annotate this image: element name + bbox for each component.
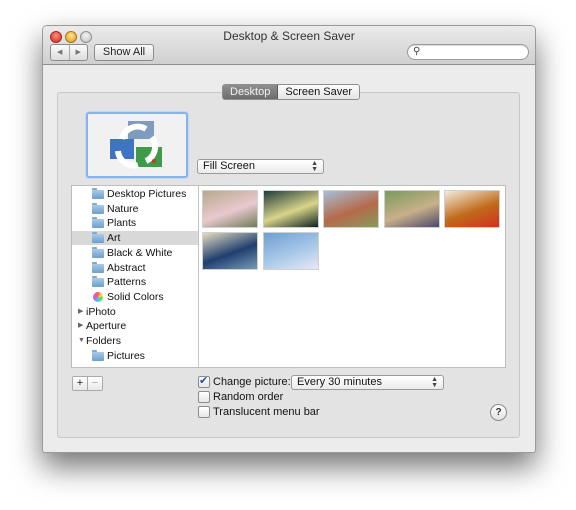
translucent-menu-bar-label: Translucent menu bar xyxy=(213,406,320,418)
folder-icon xyxy=(92,202,104,214)
rotating-pictures-icon xyxy=(110,121,162,169)
sidebar-item-label: Patterns xyxy=(107,276,147,289)
sidebar-item-label: Nature xyxy=(107,202,139,215)
checkbox-unchecked-icon xyxy=(198,391,210,403)
magnifier-icon: ⚲ xyxy=(413,46,421,57)
folder-icon xyxy=(92,188,104,199)
folder-icon xyxy=(92,246,104,258)
sidebar-item-label: iPhoto xyxy=(86,305,116,318)
sidebar-item[interactable]: Solid Colors xyxy=(72,290,198,304)
translucent-menu-bar-checkbox[interactable]: Translucent menu bar xyxy=(198,406,320,418)
help-button[interactable]: ? xyxy=(490,404,507,421)
search-input[interactable] xyxy=(424,45,522,59)
sidebar-item-label: Folders xyxy=(86,335,122,347)
sidebar-item-label: Abstract xyxy=(107,261,146,274)
random-order-label: Random order xyxy=(213,391,284,403)
disclosure-collapsed-icon[interactable]: ▶ xyxy=(78,319,83,333)
random-order-checkbox[interactable]: Random order xyxy=(198,391,283,403)
disclosure-expanded-icon[interactable]: ▼ xyxy=(78,334,85,348)
sidebar-item[interactable]: Art xyxy=(72,231,198,246)
up-down-arrows-icon: ▲ ▼ xyxy=(311,160,318,173)
wallpaper-thumbnail-seurat-grande-jatte[interactable] xyxy=(383,190,440,228)
preferences-window: Desktop & Screen Saver ◀ ▶ Show All ⚲ De… xyxy=(42,25,536,453)
wallpaper-thumbnail-hopper-nighthawks[interactable] xyxy=(262,190,319,228)
show-all-button[interactable]: Show All xyxy=(94,44,154,61)
tab-screen-saver[interactable]: Screen Saver xyxy=(278,85,360,99)
checkbox-unchecked-icon xyxy=(198,406,210,418)
sidebar-item[interactable]: ▶ Aperture xyxy=(72,319,198,333)
interval-popup[interactable]: Every 30 minutes ▲ ▼ xyxy=(291,375,444,390)
sidebar-item[interactable]: Abstract xyxy=(72,261,198,275)
back-arrow-icon[interactable]: ◀ xyxy=(51,45,70,60)
wallpaper-thumbnail-degas-dancer[interactable] xyxy=(202,190,258,228)
wallpaper-thumbnail-hokusai-great-wave[interactable] xyxy=(202,232,258,270)
sidebar-item-label: Pictures xyxy=(107,349,145,362)
sidebar-item[interactable]: Patterns xyxy=(72,275,198,289)
sidebar-item[interactable]: Pictures xyxy=(72,349,198,363)
forward-arrow-icon[interactable]: ▶ xyxy=(70,45,88,60)
add-remove-control: + − xyxy=(72,376,103,391)
folder-icon xyxy=(92,276,104,288)
change-picture-checkbox[interactable]: Change picture: xyxy=(198,374,291,388)
add-folder-button[interactable]: + xyxy=(73,377,88,390)
sidebar-item-label: Art xyxy=(107,232,121,245)
disclosure-collapsed-icon[interactable]: ▶ xyxy=(78,305,83,319)
sidebar-item[interactable]: ▶ iPhoto xyxy=(72,305,198,319)
sidebar-item-label: Aperture xyxy=(86,320,127,333)
color-wheel-icon xyxy=(93,291,103,302)
interval-value: Every 30 minutes xyxy=(297,376,382,388)
folder-icon xyxy=(92,261,104,273)
sidebar-item[interactable]: Plants xyxy=(72,216,198,230)
change-picture-label: Change picture: xyxy=(213,376,291,388)
sidebar-item[interactable]: Desktop Pictures xyxy=(72,187,198,201)
source-list[interactable]: Desktop Pictures Nature Plants Art Black & W… xyxy=(72,186,199,367)
folder-icon xyxy=(92,349,104,361)
tab-desktop[interactable]: Desktop xyxy=(223,85,279,99)
folder-icon xyxy=(92,232,104,244)
sidebar-item[interactable]: ▼ Folders xyxy=(72,334,198,348)
search-field[interactable]: ⚲ xyxy=(407,44,529,60)
sidebar-item[interactable]: Black & White xyxy=(72,246,198,260)
sidebar-item-label: Desktop Pictures xyxy=(107,188,187,200)
wallpaper-thumbnail-malevich-suprematism[interactable] xyxy=(444,190,500,228)
wallpaper-thumbnail-monet-poppies[interactable] xyxy=(323,190,379,228)
sidebar-item-label: Black & White xyxy=(107,246,173,259)
back-forward-control: ◀ ▶ xyxy=(50,44,88,61)
wallpaper-thumbnail-monet-water-lilies[interactable] xyxy=(262,232,319,270)
tab-bar: Desktop Screen Saver xyxy=(222,84,361,100)
remove-folder-button[interactable]: − xyxy=(88,377,102,390)
folder-icon xyxy=(92,217,104,229)
window-title: Desktop & Screen Saver xyxy=(223,29,355,43)
title-bar: Desktop & Screen Saver ◀ ▶ Show All ⚲ xyxy=(43,26,535,65)
fill-mode-value: Fill Screen xyxy=(203,160,255,172)
sidebar-item[interactable]: Nature xyxy=(72,202,198,216)
checkbox-checked-icon xyxy=(198,374,210,388)
desktop-preview[interactable] xyxy=(86,112,188,178)
source-browser: Desktop Pictures Nature Plants Art Black & W… xyxy=(71,185,506,368)
up-down-arrows-icon: ▲ ▼ xyxy=(431,376,438,389)
sidebar-item-label: Solid Colors xyxy=(107,290,164,303)
sidebar-item-label: Plants xyxy=(107,217,137,230)
fill-mode-popup[interactable]: Fill Screen ▲ ▼ xyxy=(197,159,324,174)
